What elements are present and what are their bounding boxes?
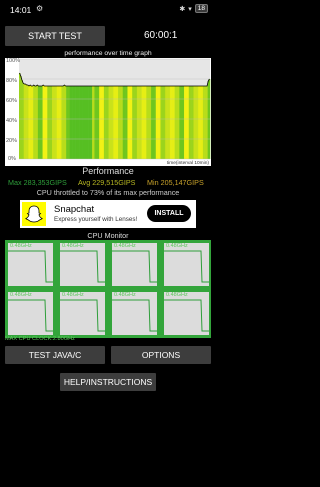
cpu-core-graph: 0.48GHz (164, 243, 209, 286)
cpu-frequency-trace (164, 250, 209, 283)
performance-title: Performance (82, 166, 134, 176)
cpu-core-line (8, 250, 53, 283)
cpu-frequency-trace (112, 299, 157, 332)
cpu-frequency-trace (164, 299, 209, 332)
cpu-core-graph: 0.48GHz (60, 243, 105, 286)
graph-title: performance over time graph (64, 50, 152, 57)
cpu-core-line (164, 299, 209, 332)
test-java-button[interactable]: TEST JAVA/C (5, 346, 105, 364)
y-tick-100: 100% (6, 58, 20, 64)
y-tick-0: 0% (8, 156, 16, 162)
min-gips: Min 205,147GIPS (147, 178, 204, 187)
y-tick-80: 80% (6, 78, 17, 84)
max-gips: Max 283,353GIPS (8, 178, 67, 187)
cpu-core-graph: 0.48GHz (164, 292, 209, 335)
test-timer: 60:00:1 (144, 30, 178, 41)
cpu-core-line (112, 299, 157, 332)
ad-subtitle: Express yourself with Lenses! (54, 216, 138, 223)
cpu-frequency-trace (112, 250, 157, 283)
snapchat-ghost-icon (22, 202, 46, 226)
cpu-core-line (60, 299, 105, 332)
max-cpu-clock: MAX CPU CLOCK:2.80GHz (5, 336, 75, 342)
y-tick-40: 40% (6, 118, 17, 124)
cpu-core-graph: 0.48GHz (8, 243, 53, 286)
cpu-core-graph: 0.48GHz (112, 292, 157, 335)
settings-notification-icon: ⚙ (36, 4, 44, 13)
cpu-core-graph: 0.48GHz (60, 292, 105, 335)
y-tick-20: 20% (6, 138, 17, 144)
cpu-frequency-trace (60, 250, 105, 283)
cpu-core-line (112, 250, 157, 283)
cpu-frequency-trace (60, 299, 105, 332)
cpu-monitor-grid: 0.48GHz 0.48GHz 0.48GHz 0.48GHz 0.48GHz 0.48G… (5, 240, 211, 338)
ad-banner[interactable]: Snapchat Express yourself with Lenses! I… (20, 200, 196, 228)
cpu-core-line (8, 299, 53, 332)
ad-title: Snapchat (54, 204, 95, 215)
start-test-button[interactable]: START TEST (5, 26, 105, 46)
status-bar: 14:01 ⚙ ✱ ▾ 18 (0, 0, 216, 20)
performance-graph: 100% 80% 60% 40% 20% 0% time(interval 10… (5, 58, 211, 166)
cpu-core-graph: 0.48GHz (8, 292, 53, 335)
options-button[interactable]: OPTIONS (111, 346, 211, 364)
throttle-message: CPU throttled to 73% of its max performa… (36, 188, 180, 197)
wifi-icon: ▾ (188, 5, 192, 13)
bluetooth-icon: ✱ (179, 5, 186, 13)
battery-icon: 18 (194, 4, 208, 13)
cpu-core-line (60, 250, 105, 283)
cpu-core-line (164, 250, 209, 283)
avg-gips: Avg 229,515GIPS (78, 178, 136, 187)
cpu-core-graph: 0.48GHz (112, 243, 157, 286)
cpu-frequency-trace (8, 250, 53, 283)
ad-install-button[interactable]: INSTALL (147, 205, 191, 222)
cpu-frequency-trace (8, 299, 53, 332)
status-time: 14:01 (10, 5, 32, 15)
y-tick-60: 60% (6, 98, 17, 104)
status-icons: ✱ ▾ 18 (179, 4, 208, 13)
help-instructions-button[interactable]: HELP/INSTRUCTIONS (60, 373, 156, 391)
cpu-monitor-title: CPU Monitor (87, 231, 129, 240)
